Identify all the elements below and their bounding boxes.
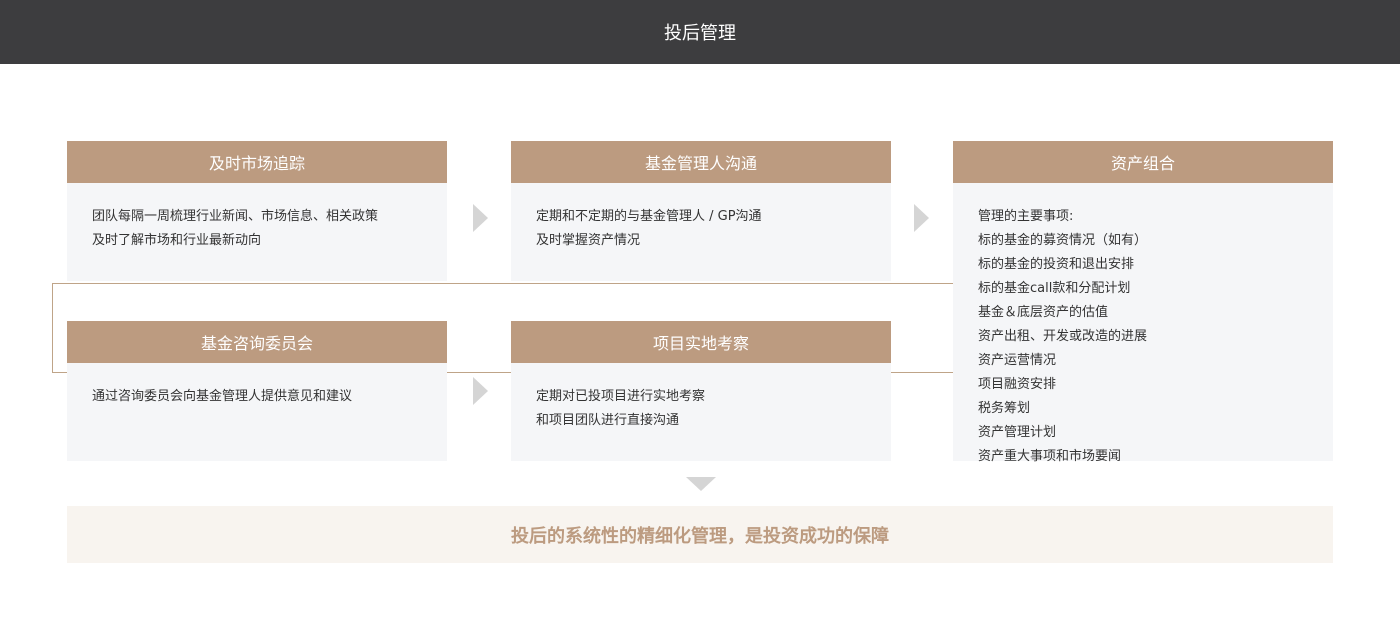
arrow-right-icon <box>914 204 929 232</box>
card-body: 定期和不定期的与基金管理人 / GP沟通 及时掌握资产情况 <box>511 183 891 253</box>
arrow-right-icon <box>473 377 488 405</box>
card-title: 基金管理人沟通 <box>511 141 891 183</box>
card-text-line: 项目融资安排 <box>978 377 1057 392</box>
card-body: 定期对已投项目进行实地考察 和项目团队进行直接沟通 <box>511 363 891 433</box>
card-text-line: 资产出租、开发或改造的进展 <box>978 329 1148 344</box>
card-title: 基金咨询委员会 <box>67 321 447 363</box>
conclusion-banner: 投后的系统性的精细化管理，是投资成功的保障 <box>67 506 1333 563</box>
card-text-line: 定期和不定期的与基金管理人 / GP沟通 <box>536 209 762 224</box>
page-title: 投后管理 <box>664 23 736 44</box>
card-text-line: 和项目团队进行直接沟通 <box>536 413 680 428</box>
card-text-line: 团队每隔一周梳理行业新闻、市场信息、相关政策 <box>92 209 379 224</box>
card-asset-portfolio: 资产组合 管理的主要事项: 标的基金的募资情况（如有） 标的基金的投资和退出安排… <box>953 141 1333 464</box>
page-header: 投后管理 <box>0 0 1400 64</box>
card-text-line: 通过咨询委员会向基金管理人提供意见和建议 <box>92 389 353 404</box>
card-site-inspection: 项目实地考察 定期对已投项目进行实地考察 和项目团队进行直接沟通 <box>511 321 891 461</box>
card-text-line: 及时掌握资产情况 <box>536 233 641 248</box>
card-market-tracking: 及时市场追踪 团队每隔一周梳理行业新闻、市场信息、相关政策 及时了解市场和行业最… <box>67 141 447 281</box>
card-title: 资产组合 <box>953 141 1333 183</box>
card-gp-communication: 基金管理人沟通 定期和不定期的与基金管理人 / GP沟通 及时掌握资产情况 <box>511 141 891 281</box>
card-text-line: 资产运营情况 <box>978 353 1057 368</box>
card-body: 通过咨询委员会向基金管理人提供意见和建议 <box>67 363 447 409</box>
card-text-line: 标的基金call款和分配计划 <box>978 281 1131 296</box>
card-body: 管理的主要事项: 标的基金的募资情况（如有） 标的基金的投资和退出安排 标的基金… <box>953 183 1333 469</box>
card-body: 团队每隔一周梳理行业新闻、市场信息、相关政策 及时了解市场和行业最新动向 <box>67 183 447 253</box>
card-text-line: 资产管理计划 <box>978 425 1057 440</box>
card-text-line: 基金＆底层资产的估值 <box>978 305 1109 320</box>
card-text-line: 定期对已投项目进行实地考察 <box>536 389 706 404</box>
card-text-line: 管理的主要事项: <box>978 209 1074 224</box>
card-text-line: 税务筹划 <box>978 401 1031 416</box>
card-title: 项目实地考察 <box>511 321 891 363</box>
card-title: 及时市场追踪 <box>67 141 447 183</box>
conclusion-text: 投后的系统性的精细化管理，是投资成功的保障 <box>511 525 889 547</box>
arrow-right-icon <box>473 204 488 232</box>
card-text-line: 及时了解市场和行业最新动向 <box>92 233 262 248</box>
card-text-line: 标的基金的募资情况（如有） <box>978 233 1148 248</box>
card-text-line: 标的基金的投资和退出安排 <box>978 257 1135 272</box>
card-advisory-committee: 基金咨询委员会 通过咨询委员会向基金管理人提供意见和建议 <box>67 321 447 461</box>
arrow-down-icon <box>686 477 716 491</box>
card-text-line: 资产重大事项和市场要闻 <box>978 449 1122 464</box>
